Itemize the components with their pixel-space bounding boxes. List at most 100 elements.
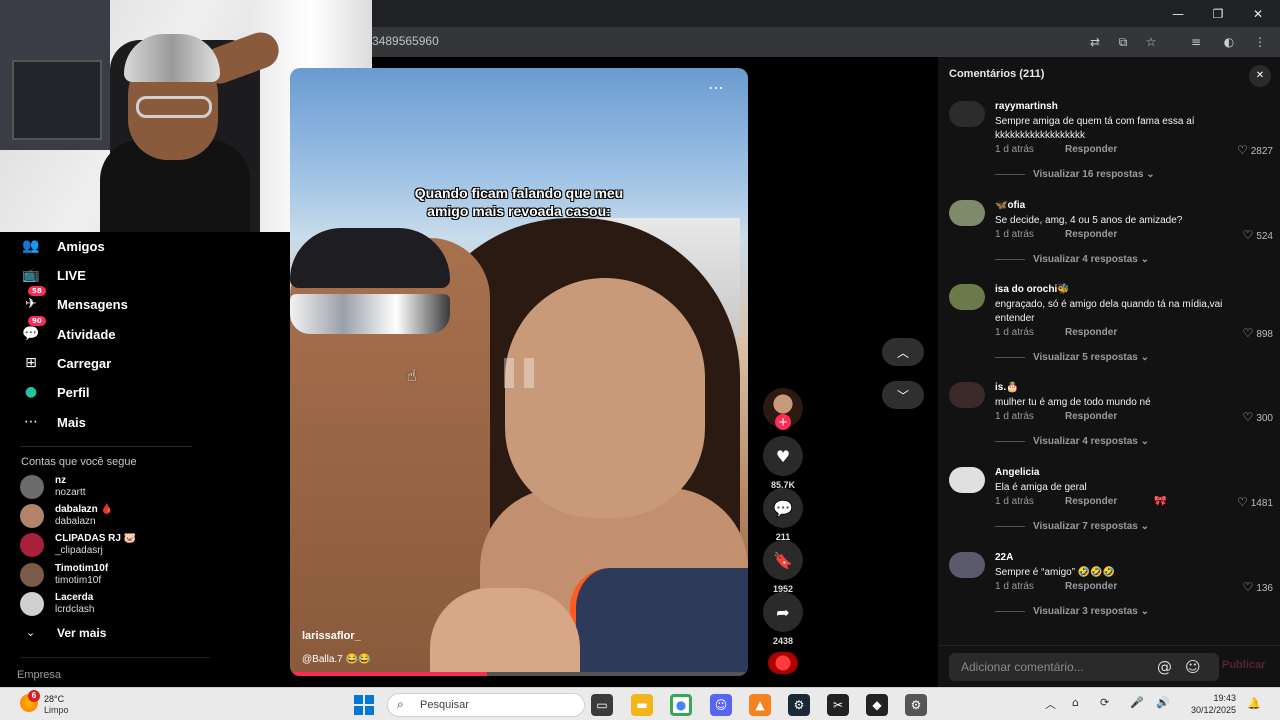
media-control-icon[interactable]: ≡ <box>1187 33 1205 51</box>
previous-video-button[interactable]: ︿ <box>882 338 924 366</box>
share-action[interactable]: ➦ 2438 <box>763 592 803 646</box>
video-progress-bar[interactable] <box>290 672 748 676</box>
mention-icon[interactable]: @ <box>1157 658 1172 676</box>
like-action[interactable]: ♥ 85.7K <box>763 436 803 490</box>
weather-condition[interactable]: Limpo <box>44 705 69 715</box>
comment-like[interactable]: ♡ 1481 <box>1237 495 1273 509</box>
discord-icon[interactable]: ☺ <box>710 694 732 716</box>
reply-button[interactable]: Responder <box>1065 327 1117 338</box>
comment-action[interactable]: 💬 211 <box>763 488 803 542</box>
reply-button[interactable]: Responder <box>1065 144 1117 155</box>
reply-button[interactable]: Responder <box>1065 411 1117 422</box>
comment-time: 1 d atrás <box>995 229 1034 240</box>
comment-like[interactable]: ♡ 300 <box>1243 410 1273 424</box>
reply-button[interactable]: Responder <box>1065 229 1117 240</box>
view-replies-button[interactable]: Visualizar 3 respostas ⌄ <box>995 606 1149 617</box>
chrome-icon[interactable]: ● <box>670 694 692 716</box>
sidebar-item-messages[interactable]: ✈ 58 Mensagens <box>20 286 128 316</box>
comment-like[interactable]: ♡ 2827 <box>1237 143 1273 157</box>
music-disc-icon[interactable] <box>768 652 798 674</box>
avatar[interactable] <box>949 467 985 493</box>
avatar[interactable] <box>949 552 985 578</box>
sidebar-item-friends[interactable]: 👥 Amigos <box>20 234 104 258</box>
comment-username[interactable]: 22A <box>995 552 1013 563</box>
sidebar-item-activity[interactable]: 💬 90 Atividade <box>20 316 116 346</box>
taskbar-search[interactable]: ⌕ Pesquisar <box>387 693 585 717</box>
sidebar-item-more[interactable]: ⋯ Mais <box>20 410 86 434</box>
view-replies-button[interactable]: Visualizar 5 respostas ⌄ <box>995 352 1149 363</box>
comment-time: 1 d atrás <box>995 327 1034 338</box>
notification-bell-icon[interactable]: 🔔 <box>1247 697 1261 710</box>
view-replies-button[interactable]: Visualizar 4 respostas ⌄ <box>995 254 1149 265</box>
weather-temperature[interactable]: 28°C <box>44 694 64 704</box>
avatar[interactable] <box>949 200 985 226</box>
share-icon[interactable]: ➦ <box>763 592 803 632</box>
emoji-icon[interactable]: ☺ <box>1185 658 1201 676</box>
sidebar-item-upload[interactable]: ⊞ Carregar <box>20 351 111 375</box>
tray-expand-icon[interactable]: ︿ <box>1045 696 1056 712</box>
app-triangle-icon[interactable]: ▲ <box>749 694 771 716</box>
comment-input[interactable]: Adicionar comentário... @ ☺ <box>949 653 1219 681</box>
avatar[interactable] <box>949 284 985 310</box>
video-player[interactable]: Quando ficam falando que meu amigo mais … <box>290 68 748 676</box>
settings-app-icon[interactable]: ⚙ <box>905 694 927 716</box>
comment-username[interactable]: Angelicia <box>995 467 1039 478</box>
comment-text: Ela é amiga de geral <box>995 482 1087 493</box>
company-link[interactable]: Empresa <box>17 669 61 681</box>
comment-like[interactable]: ♡ 524 <box>1243 228 1273 242</box>
close-window-button[interactable]: ✕ <box>1238 0 1278 27</box>
post-button[interactable]: Publicar <box>1222 659 1265 671</box>
video-author[interactable]: larissaflor_ <box>302 630 361 642</box>
save-action[interactable]: 🔖 1952 <box>763 540 803 594</box>
comment-username[interactable]: 🦋ofia <box>995 200 1025 211</box>
view-replies-button[interactable]: Visualizar 4 respostas ⌄ <box>995 436 1149 447</box>
translate-icon[interactable]: ⇄ <box>1086 33 1104 51</box>
avatar[interactable] <box>949 382 985 408</box>
view-replies-button[interactable]: Visualizar 16 respostas ⌄ <box>995 169 1155 180</box>
account-username: _clipadasrj <box>55 545 103 556</box>
clock-date[interactable]: 30/12/2025 <box>1180 705 1236 715</box>
steam-icon[interactable]: ⚙ <box>788 694 810 716</box>
heart-icon[interactable]: ♥ <box>763 436 803 476</box>
comment-like[interactable]: ♡ 898 <box>1243 326 1273 340</box>
more-options-icon[interactable]: ⋯ <box>708 78 724 97</box>
follow-plus-icon[interactable]: + <box>775 414 791 430</box>
bookmark-star-icon[interactable]: ☆ <box>1142 33 1160 51</box>
capcut-icon[interactable]: ✂ <box>827 694 849 716</box>
comment-username[interactable]: isa do orochi🐝 <box>995 284 1070 295</box>
install-app-icon[interactable]: ⧉ <box>1114 33 1132 51</box>
task-view-icon[interactable]: ▭ <box>591 694 613 716</box>
view-replies-button[interactable]: Visualizar 7 respostas ⌄ <box>995 521 1149 532</box>
messages-icon: ✈ 58 <box>20 286 46 315</box>
close-icon[interactable]: ✕ <box>1249 65 1271 87</box>
file-explorer-icon[interactable]: ▬ <box>631 694 653 716</box>
profile-avatar-icon[interactable]: ◐ <box>1220 33 1238 51</box>
tray-mic-icon[interactable]: 🎤 <box>1130 696 1144 709</box>
reply-button[interactable]: Responder <box>1065 581 1117 592</box>
sidebar-item-profile[interactable]: ● Perfil <box>20 380 90 404</box>
avatar[interactable] <box>949 101 985 127</box>
avatar <box>20 504 44 528</box>
maximize-button[interactable]: ❐ <box>1198 0 1238 27</box>
mouse-cursor-icon: ☝ <box>407 366 417 385</box>
minimize-button[interactable]: — <box>1158 0 1198 27</box>
app-dark-icon[interactable]: ◆ <box>866 694 888 716</box>
clock-time[interactable]: 19:43 <box>1206 693 1236 703</box>
reply-button[interactable]: Responder <box>1065 496 1117 507</box>
like-count: 898 <box>1256 329 1273 340</box>
comment-username[interactable]: is.🎂 <box>995 382 1019 393</box>
windows-start-icon[interactable] <box>354 695 374 715</box>
tray-network-icon[interactable]: ⌂ <box>1072 696 1079 709</box>
view-replies-label: Visualizar 4 respostas ⌄ <box>1033 254 1150 265</box>
tray-sync-icon[interactable]: ⟳ <box>1100 696 1109 709</box>
comment-username[interactable]: rayymartinsh <box>995 101 1058 112</box>
sidebar-item-live[interactable]: 📺 LIVE <box>20 263 86 287</box>
browser-menu-icon[interactable]: ⋮ <box>1251 33 1269 51</box>
see-more-button[interactable]: Ver mais <box>57 626 106 640</box>
comment-icon[interactable]: 💬 <box>763 488 803 528</box>
url-text[interactable]: 3489565960 <box>372 34 439 48</box>
next-video-button[interactable]: ﹀ <box>882 381 924 409</box>
tray-volume-icon[interactable]: 🔊 <box>1156 696 1170 709</box>
comment-like[interactable]: ♡ 136 <box>1243 580 1273 594</box>
bookmark-icon[interactable]: 🔖 <box>763 540 803 580</box>
